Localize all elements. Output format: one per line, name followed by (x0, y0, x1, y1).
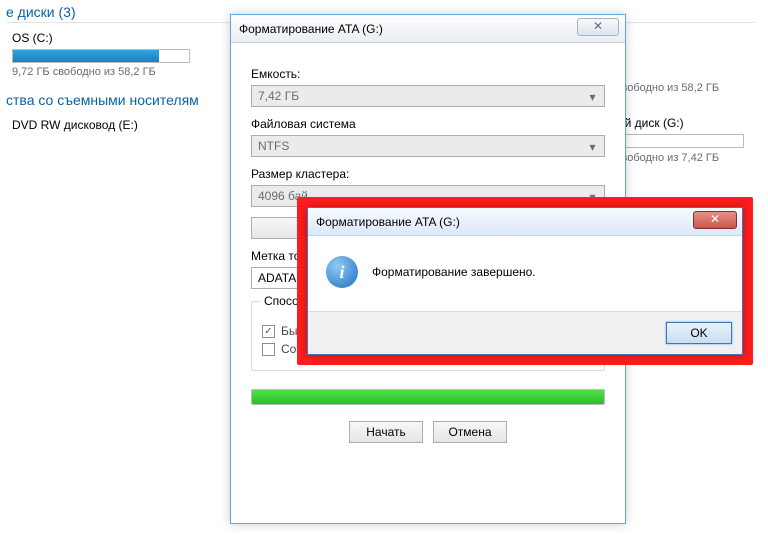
info-icon (326, 256, 358, 288)
filesystem-label: Файловая система (251, 117, 605, 131)
capacity-label: Емкость: (251, 67, 605, 81)
capacity-value: 7,42 ГБ (258, 89, 299, 103)
right-free-1: свободно из 58,2 ГБ (616, 82, 756, 94)
alert-body: Форматирование завершено. (308, 236, 742, 308)
cluster-label: Размер кластера: (251, 167, 605, 181)
alert-title: Форматирование ATA (G:) (316, 215, 460, 229)
checkbox-icon (262, 325, 275, 338)
highlight-box: Форматирование ATA (G:) ✕ Форматирование… (297, 197, 753, 365)
capacity-bar (12, 49, 190, 63)
chevron-down-icon: ▾ (585, 139, 600, 154)
volume-value: ADATA (258, 271, 296, 285)
filesystem-select[interactable]: NTFS ▾ (251, 135, 605, 157)
cancel-button[interactable]: Отмена (433, 421, 507, 443)
drive-g-label: ый диск (G:) (616, 116, 756, 130)
format-title: Форматирование ATA (G:) (239, 22, 383, 36)
alert-titlebar[interactable]: Форматирование ATA (G:) ✕ (308, 208, 742, 236)
right-free-2: свободно из 7,42 ГБ (616, 152, 756, 164)
alert-dialog: Форматирование ATA (G:) ✕ Форматирование… (307, 207, 743, 355)
right-column: свободно из 58,2 ГБ ый диск (G:) свободн… (616, 78, 756, 164)
alert-footer: OK (308, 311, 742, 354)
chevron-down-icon: ▾ (585, 89, 600, 104)
alert-message: Форматирование завершено. (372, 265, 536, 279)
dialog-buttons: Начать Отмена (251, 421, 605, 443)
close-icon[interactable]: ✕ (693, 211, 737, 229)
close-icon[interactable]: ✕ (577, 18, 619, 36)
capacity-bar-g (616, 134, 744, 148)
ok-button[interactable]: OK (666, 322, 732, 344)
format-titlebar[interactable]: Форматирование ATA (G:) ✕ (231, 15, 625, 43)
start-button[interactable]: Начать (349, 421, 423, 443)
checkbox-icon (262, 343, 275, 356)
filesystem-value: NTFS (258, 139, 289, 153)
capacity-select[interactable]: 7,42 ГБ ▾ (251, 85, 605, 107)
progress-bar (251, 389, 605, 405)
capacity-fill (13, 50, 159, 62)
